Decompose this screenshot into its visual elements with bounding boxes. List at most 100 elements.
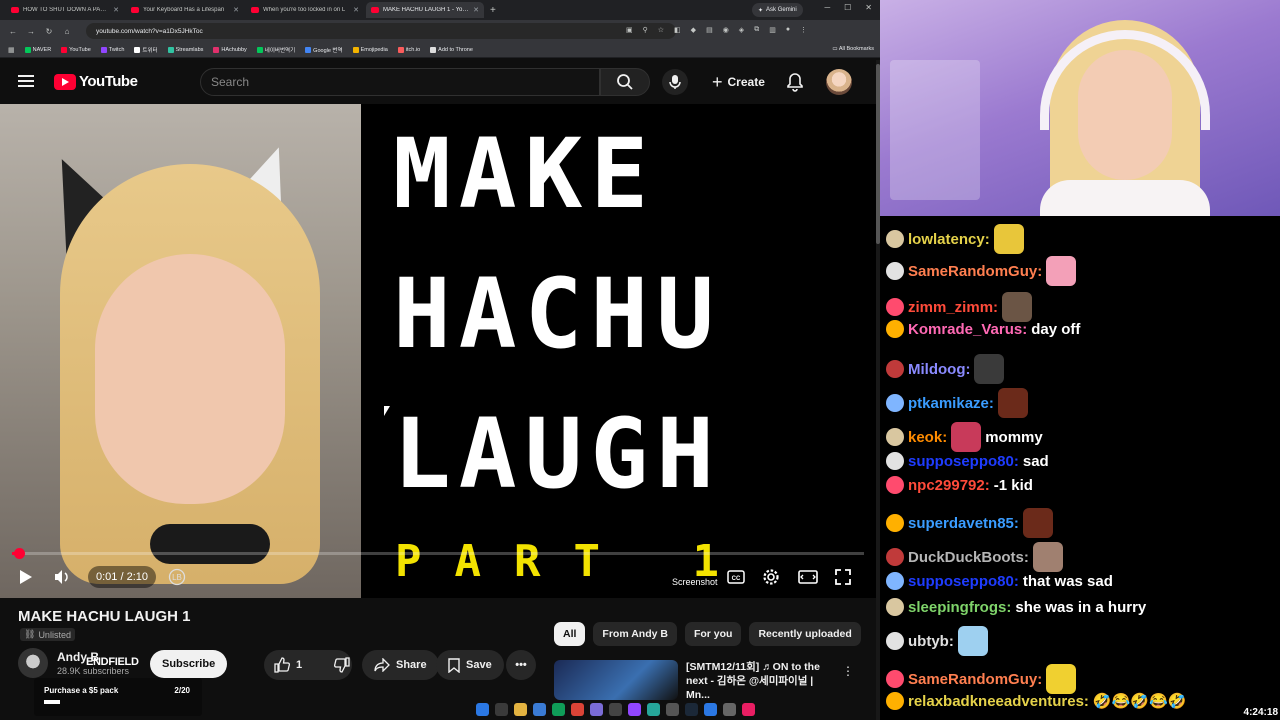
- url-field[interactable]: youtube.com/watch?v=a1Dx5JHkToc: [86, 23, 676, 39]
- notepad-icon[interactable]: [533, 702, 546, 716]
- all-bookmarks-button[interactable]: ▭ All Bookmarks: [832, 46, 874, 52]
- chrome-icon[interactable]: [571, 702, 584, 716]
- extension-icon[interactable]: ◉: [723, 26, 729, 34]
- new-tab-icon[interactable]: +: [490, 5, 496, 16]
- recommended-video-thumbnail[interactable]: [554, 660, 678, 700]
- share-button[interactable]: Share: [362, 650, 439, 680]
- puzzle-icon[interactable]: ⧉: [754, 26, 759, 34]
- captions-button[interactable]: CC: [725, 566, 747, 588]
- reload-icon[interactable]: ↻: [44, 27, 54, 36]
- menu-icon[interactable]: ⋮: [800, 26, 807, 34]
- bookmark-throne[interactable]: Add to Throne: [430, 46, 473, 53]
- app-icon[interactable]: [742, 702, 755, 716]
- back-icon[interactable]: ←: [8, 27, 18, 36]
- account-avatar[interactable]: [826, 69, 852, 95]
- youtube-logo[interactable]: YouTube: [54, 73, 138, 90]
- extension-icon[interactable]: ▤: [706, 26, 713, 34]
- twitch-app-icon[interactable]: [628, 702, 641, 716]
- search-taskbar-icon[interactable]: [495, 702, 508, 716]
- bookmark-star-icon[interactable]: ☆: [658, 26, 664, 34]
- bookmark-twitch[interactable]: Twitch: [100, 46, 124, 53]
- steam-icon[interactable]: [685, 702, 698, 716]
- chat-username[interactable]: zimm_zimm:: [908, 299, 998, 316]
- bookmark-papago[interactable]: 네이버번역기: [256, 46, 295, 54]
- app-icon[interactable]: [723, 702, 736, 716]
- chip-recently-uploaded[interactable]: Recently uploaded: [749, 622, 861, 646]
- tab-close-icon[interactable]: ✕: [113, 6, 119, 14]
- bookmark-google-translate[interactable]: Google 번역: [305, 46, 343, 54]
- chat-username[interactable]: supposeppo80:: [908, 573, 1019, 590]
- extension-icon[interactable]: ◧: [674, 26, 681, 34]
- tab-2[interactable]: When you're too locked in on L ✕: [246, 2, 364, 18]
- chip-all[interactable]: All: [554, 622, 586, 646]
- bookmark-youtube[interactable]: YouTube: [61, 46, 91, 53]
- notifications-button[interactable]: [786, 72, 804, 97]
- tab-3[interactable]: MAKE HACHU LAUGH 1 - YouTube✕: [366, 2, 484, 18]
- chat-username[interactable]: ptkamikaze:: [908, 395, 994, 412]
- tab-1[interactable]: Your Keyboard Has a Lifespan ✕: [126, 2, 244, 18]
- chat-username[interactable]: SameRandomGuy:: [908, 671, 1042, 688]
- chat-username[interactable]: lowlatency:: [908, 231, 990, 248]
- bookmark-streamlabs[interactable]: Streamlabs: [167, 46, 203, 53]
- voice-search-button[interactable]: [662, 69, 688, 95]
- app-icon[interactable]: [647, 702, 660, 716]
- chat-username[interactable]: ubtyb:: [908, 633, 954, 650]
- dislike-button[interactable]: [324, 650, 360, 680]
- play-button[interactable]: [16, 566, 36, 588]
- more-actions-button[interactable]: •••: [506, 650, 536, 680]
- subscribe-button[interactable]: Subscribe: [150, 650, 228, 678]
- search-button[interactable]: [600, 68, 650, 96]
- tab-close-icon[interactable]: ✕: [353, 6, 359, 14]
- chat-username[interactable]: Mildoog:: [908, 361, 970, 378]
- hamburger-menu-icon[interactable]: [18, 75, 34, 87]
- search-input[interactable]: Search: [200, 68, 600, 96]
- settings-button[interactable]: [760, 566, 782, 588]
- like-button[interactable]: 1: [264, 650, 312, 680]
- edge-icon[interactable]: [552, 702, 565, 716]
- extension-icon[interactable]: ◆: [691, 26, 696, 34]
- zoom-icon[interactable]: ⚲: [643, 26, 648, 34]
- app-icon[interactable]: [666, 702, 679, 716]
- chat-username[interactable]: superdavetn85:: [908, 515, 1019, 532]
- ask-gemini-button[interactable]: ✦ Ask Gemini: [752, 3, 803, 17]
- chat-username[interactable]: supposeppo80:: [908, 453, 1019, 470]
- profile-icon[interactable]: ●: [786, 26, 790, 34]
- chat-username[interactable]: relaxbadkneeadventures:: [908, 693, 1089, 710]
- recommended-more-icon[interactable]: ⋮: [842, 664, 854, 678]
- cast-icon[interactable]: ▣: [626, 26, 633, 34]
- recommended-video-title[interactable]: [SMTM12/11회] ♬ON to the next - 김하온 @세미파이…: [686, 660, 838, 702]
- home-icon[interactable]: ⌂: [62, 27, 72, 36]
- mute-button[interactable]: [52, 566, 72, 588]
- tab-0[interactable]: HOW TO SHUT DOWN A PARTY ✕: [6, 2, 124, 18]
- bookmark-twitter[interactable]: 트위터: [134, 46, 158, 54]
- minimize-icon[interactable]: ─: [824, 3, 830, 12]
- save-button[interactable]: Save: [436, 650, 504, 680]
- chat-username[interactable]: npc299792:: [908, 477, 990, 494]
- extension-icon[interactable]: ◈: [739, 26, 744, 34]
- close-window-icon[interactable]: ✕: [865, 3, 872, 12]
- file-explorer-icon[interactable]: [514, 702, 527, 716]
- create-button[interactable]: + Create: [702, 69, 775, 95]
- bookmark-hachubby[interactable]: HAchubby: [213, 46, 247, 53]
- bookmark-itchio[interactable]: itch.io: [397, 46, 420, 53]
- channel-watermark[interactable]: LB: [166, 566, 188, 588]
- scrubber-knob[interactable]: [13, 548, 25, 559]
- chat-username[interactable]: keok:: [908, 429, 947, 446]
- chat-username[interactable]: Komrade_Varus:: [908, 321, 1027, 338]
- tab-close-icon[interactable]: ✕: [473, 6, 479, 14]
- sidebar-icon[interactable]: ▥: [769, 26, 776, 34]
- discord-icon[interactable]: [590, 702, 603, 716]
- forward-icon[interactable]: →: [26, 27, 36, 36]
- windows-start-icon[interactable]: [476, 702, 489, 716]
- progress-bar[interactable]: [12, 548, 864, 559]
- chat-username[interactable]: DuckDuckBoots:: [908, 549, 1029, 566]
- channel-avatar[interactable]: [18, 648, 48, 678]
- apps-icon[interactable]: ▦: [8, 46, 15, 54]
- chat-username[interactable]: SameRandomGuy:: [908, 263, 1042, 280]
- bookmark-naver[interactable]: NAVER: [24, 46, 51, 53]
- tab-close-icon[interactable]: ✕: [233, 6, 239, 14]
- obs-icon[interactable]: [609, 702, 622, 716]
- chat-username[interactable]: sleepingfrogs:: [908, 599, 1011, 616]
- theater-mode-button[interactable]: [796, 566, 820, 588]
- maximize-icon[interactable]: ☐: [844, 3, 851, 12]
